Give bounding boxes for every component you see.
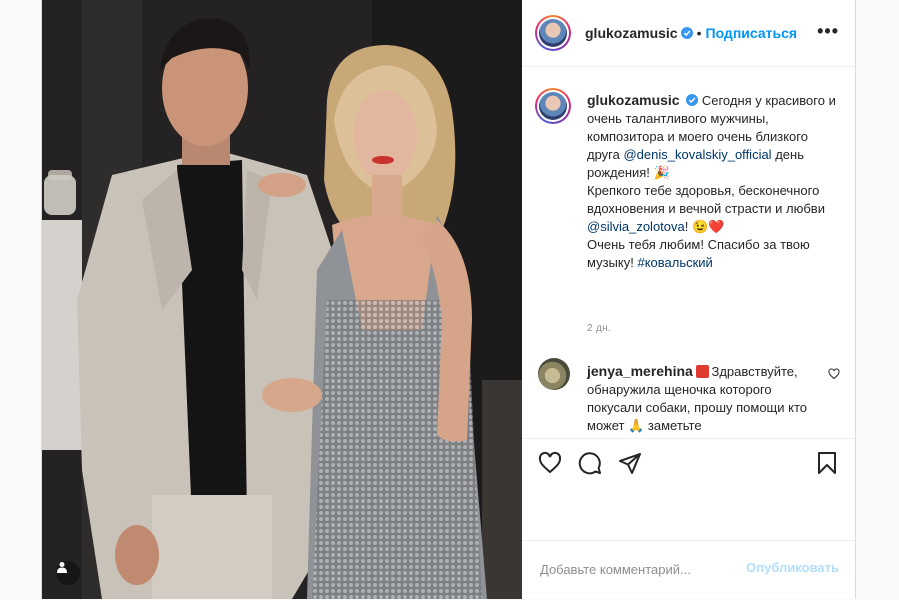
- sos-sticker-icon: [696, 365, 710, 378]
- mention-denis[interactable]: @denis_kovalskiy_official: [623, 147, 771, 162]
- caption-text-4: !: [684, 219, 689, 234]
- party-emoji: 🎉: [653, 165, 670, 180]
- heart-icon[interactable]: [538, 451, 562, 475]
- hashtag-link[interactable]: #ковальский: [637, 255, 712, 270]
- verified-badge-icon: [680, 27, 693, 39]
- comment-input[interactable]: [538, 558, 752, 580]
- post-card: glukozamusic • Подписаться ••• glukozamu…: [41, 0, 856, 599]
- pray-emoji: 🙏: [628, 418, 645, 433]
- add-comment-section: Опубликовать: [522, 540, 855, 600]
- photo-illustration: [42, 0, 522, 599]
- commenter-username[interactable]: jenya_merehina: [587, 363, 693, 379]
- user-tag-icon[interactable]: [56, 561, 80, 585]
- follow-button[interactable]: Подписаться: [706, 25, 798, 41]
- more-options-icon[interactable]: •••: [817, 22, 839, 40]
- caption-avatar[interactable]: [535, 88, 571, 124]
- caption-text-3: Крепкого тебе здоровья, бесконечного вдо…: [587, 183, 825, 216]
- caption-timestamp[interactable]: 2 дн.: [587, 323, 611, 334]
- verified-badge-icon: [686, 94, 699, 106]
- bookmark-icon[interactable]: [815, 451, 839, 475]
- wink-heart-emoji: 😉❤️: [692, 219, 725, 234]
- comment-icon[interactable]: [578, 451, 602, 475]
- publish-button[interactable]: Опубликовать: [746, 560, 839, 575]
- author-avatar[interactable]: [535, 15, 571, 51]
- comment-text: jenya_merehina Здравствуйте, обнаружила …: [587, 362, 811, 435]
- mention-silvia[interactable]: @silvia_zolotova: [587, 219, 685, 234]
- author-username[interactable]: glukozamusic: [585, 25, 678, 41]
- commenter-avatar[interactable]: [538, 358, 570, 390]
- comments-area[interactable]: glukozamusic Сегодня у красивого и очень…: [522, 67, 855, 439]
- header-separator: •: [696, 25, 702, 41]
- caption-username[interactable]: glukozamusic: [587, 92, 680, 108]
- comment-text-tail: заметьте: [647, 418, 702, 433]
- paper-plane-icon[interactable]: [618, 451, 642, 475]
- post-header: glukozamusic • Подписаться •••: [522, 0, 855, 67]
- caption-text: glukozamusic Сегодня у красивого и очень…: [587, 91, 837, 272]
- post-side-panel: glukozamusic • Подписаться ••• glukozamu…: [522, 0, 855, 599]
- post-photo[interactable]: [42, 0, 522, 599]
- post-actions-bar: [522, 440, 855, 488]
- comment-like-icon[interactable]: [828, 368, 840, 380]
